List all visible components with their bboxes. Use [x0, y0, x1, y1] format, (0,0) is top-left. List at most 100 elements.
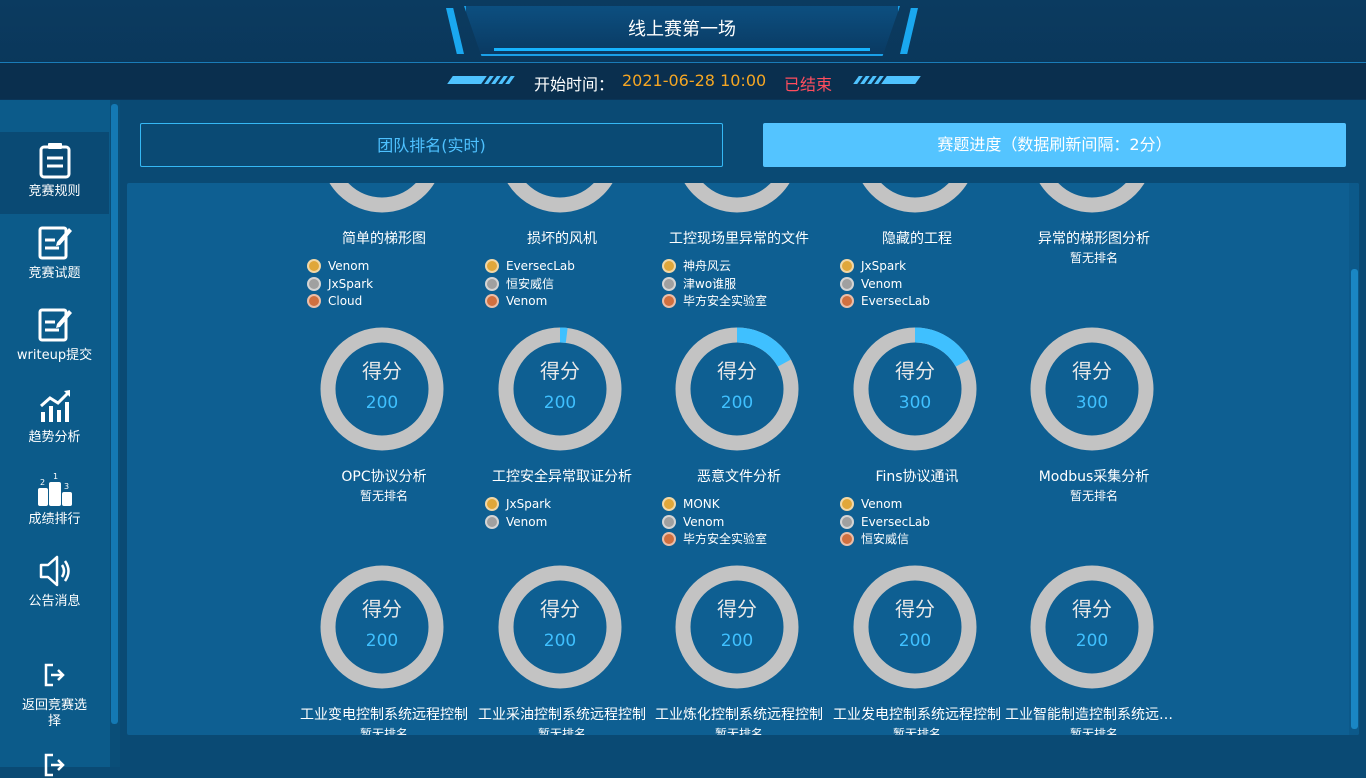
stripe-decoration-right [853, 76, 921, 84]
bronze-medal-icon [840, 532, 854, 546]
challenge-name: OPC协议分析 [341, 469, 427, 485]
panel-scrollbar-thumb[interactable] [1351, 269, 1358, 729]
challenge-card[interactable]: 得分 200 工业采油控制系统远程控制 暂无排名 [473, 565, 651, 735]
gold-medal-icon [662, 259, 676, 273]
rank-entry: Venom [485, 513, 645, 531]
progress-ring-track [498, 565, 622, 689]
tab-team-ranking[interactable]: 团队排名(实时) [140, 123, 723, 167]
edit-document-icon [38, 226, 72, 260]
sidebar-item-announcements[interactable]: 公告消息 [0, 542, 109, 624]
sidebar-item-challenges[interactable]: 竞赛试题 [0, 214, 109, 296]
progress-ring-track [1030, 565, 1154, 689]
sidebar: 竞赛规则 竞赛试题 writeup提交 趋势分析 1 2 3 成绩排行 公告消息… [0, 100, 120, 777]
rank-entry: EversecLab [840, 292, 1000, 310]
progress-ring [498, 327, 622, 451]
challenge-card[interactable]: 得分 200 工业变电控制系统远程控制 暂无排名 [295, 565, 473, 735]
progress-ring [675, 565, 799, 689]
gold-medal-icon [485, 497, 499, 511]
progress-donut [498, 183, 622, 213]
rank-entry: EversecLab [840, 513, 1000, 531]
challenge-name: 工控现场里异常的文件 [669, 231, 809, 247]
sidebar-item-rules[interactable]: 竞赛规则 [0, 132, 109, 214]
no-rank-text: 暂无排名 [359, 727, 408, 735]
team-name: JxSpark [506, 497, 552, 511]
exit-icon [44, 753, 65, 777]
challenge-card[interactable]: 得分 200 OPC协议分析 暂无排名 [295, 327, 473, 567]
progress-donut: 得分 200 [675, 327, 799, 451]
challenge-name: 恶意文件分析 [697, 469, 781, 485]
rank-entry: 津wo谁服 [662, 275, 822, 293]
gold-medal-icon [840, 259, 854, 273]
progress-donut: 得分 200 [320, 327, 444, 451]
edit-document-icon [38, 308, 72, 342]
progress-donut: 得分 300 [1030, 327, 1154, 451]
challenge-card[interactable]: 异常的梯形图分析 暂无排名 [1005, 183, 1183, 329]
score-label: 得分 [895, 597, 935, 621]
rank-entry: 毕方安全实验室 [662, 292, 822, 310]
sidebar-item-back[interactable]: 返回竞赛选择 [0, 654, 109, 734]
challenge-name: 损坏的风机 [527, 231, 597, 247]
progress-ring-track [1039, 183, 1145, 213]
rank-entry: Venom [840, 275, 1000, 293]
svg-text:1: 1 [53, 472, 58, 481]
team-name: 恒安威信 [861, 532, 910, 546]
sidebar-item-label: writeup提交 [16, 348, 93, 363]
sidebar-item-label: 返回竞赛选择 [21, 698, 87, 729]
challenge-card[interactable]: 得分 200 工业炼化控制系统远程控制 暂无排名 [650, 565, 828, 735]
status-badge: 已结束 [784, 75, 833, 94]
team-name: 恒安威信 [506, 276, 555, 291]
challenge-name: 隐藏的工程 [882, 231, 952, 247]
challenge-card[interactable]: 损坏的风机 EversecLab 恒安威信 Venom [473, 183, 651, 329]
sidebar-item-writeup[interactable]: writeup提交 [0, 296, 109, 378]
silver-medal-icon [485, 276, 499, 291]
progress-ring [684, 183, 790, 213]
rank-entry: MONK [662, 495, 822, 513]
rank-entry: JxSpark [307, 275, 467, 293]
sidebar-scrollbar-thumb[interactable] [111, 104, 118, 724]
challenge-card[interactable]: 工控现场里异常的文件 神舟风云 津wo谁服 毕方安全实验室 [650, 183, 828, 329]
progress-ring-track [498, 327, 622, 451]
challenge-card[interactable]: 隐藏的工程 JxSpark Venom EversecLab [828, 183, 1006, 329]
progress-ring-track [1030, 327, 1154, 451]
score-label: 得分 [362, 597, 402, 621]
silver-medal-icon [662, 514, 676, 529]
sidebar-item-label: 公告消息 [28, 594, 81, 609]
progress-ring [1030, 327, 1154, 451]
team-name: 毕方安全实验室 [683, 294, 768, 308]
bronze-medal-icon [662, 532, 676, 546]
no-rank-text: 暂无排名 [1069, 489, 1118, 503]
team-name: EversecLab [861, 514, 930, 529]
progress-ring-track [507, 183, 613, 213]
challenge-card[interactable]: 得分 200 工业智能制造控制系统远程控制 暂无排名 [1005, 565, 1183, 735]
challenge-name: 工业发电控制系统远程控制 [833, 707, 1001, 723]
stripe-decoration-left [447, 76, 515, 84]
progress-donut [1030, 183, 1154, 213]
challenge-card[interactable]: 得分 300 Fins协议通讯 Venom EversecLab 恒安威信 [828, 327, 1006, 567]
bronze-medal-icon [307, 294, 321, 308]
sidebar-item-exit[interactable] [0, 746, 109, 777]
sidebar-item-ranking[interactable]: 1 2 3 成绩排行 [0, 460, 109, 542]
challenge-name: Modbus采集分析 [1038, 469, 1150, 485]
challenge-name: 工业智能制造控制系统远程控制 [1005, 707, 1183, 723]
gold-medal-icon [840, 497, 854, 511]
team-name: Venom [861, 497, 903, 511]
challenge-card[interactable]: 得分 200 工业发电控制系统远程控制 暂无排名 [828, 565, 1006, 735]
no-rank-text: 暂无排名 [359, 489, 408, 503]
progress-donut: 得分 200 [853, 565, 977, 689]
silver-medal-icon [662, 276, 676, 291]
challenge-card[interactable]: 得分 200 工控安全异常取证分析 JxSpark Venom [473, 327, 651, 567]
progress-ring [498, 565, 622, 689]
clipboard-icon [39, 143, 70, 179]
score-value: 200 [365, 631, 399, 651]
challenge-card[interactable]: 简单的梯形图 Venom JxSpark Cloud [295, 183, 473, 329]
bronze-medal-icon [662, 294, 676, 308]
rank-entry: 毕方安全实验室 [662, 530, 822, 548]
tab-challenge-progress[interactable]: 赛题进度（数据刷新间隔：2分） [763, 123, 1346, 167]
sidebar-item-trend[interactable]: 趋势分析 [0, 378, 109, 460]
no-rank-text: 暂无排名 [537, 727, 586, 735]
sidebar-item-label: 趋势分析 [28, 430, 81, 445]
challenge-card[interactable]: 得分 200 恶意文件分析 MONK Venom 毕方安全实验室 [650, 327, 828, 567]
progress-ring [329, 183, 435, 213]
challenge-card[interactable]: 得分 300 Modbus采集分析 暂无排名 [1005, 327, 1183, 567]
svg-text:3: 3 [64, 482, 69, 491]
